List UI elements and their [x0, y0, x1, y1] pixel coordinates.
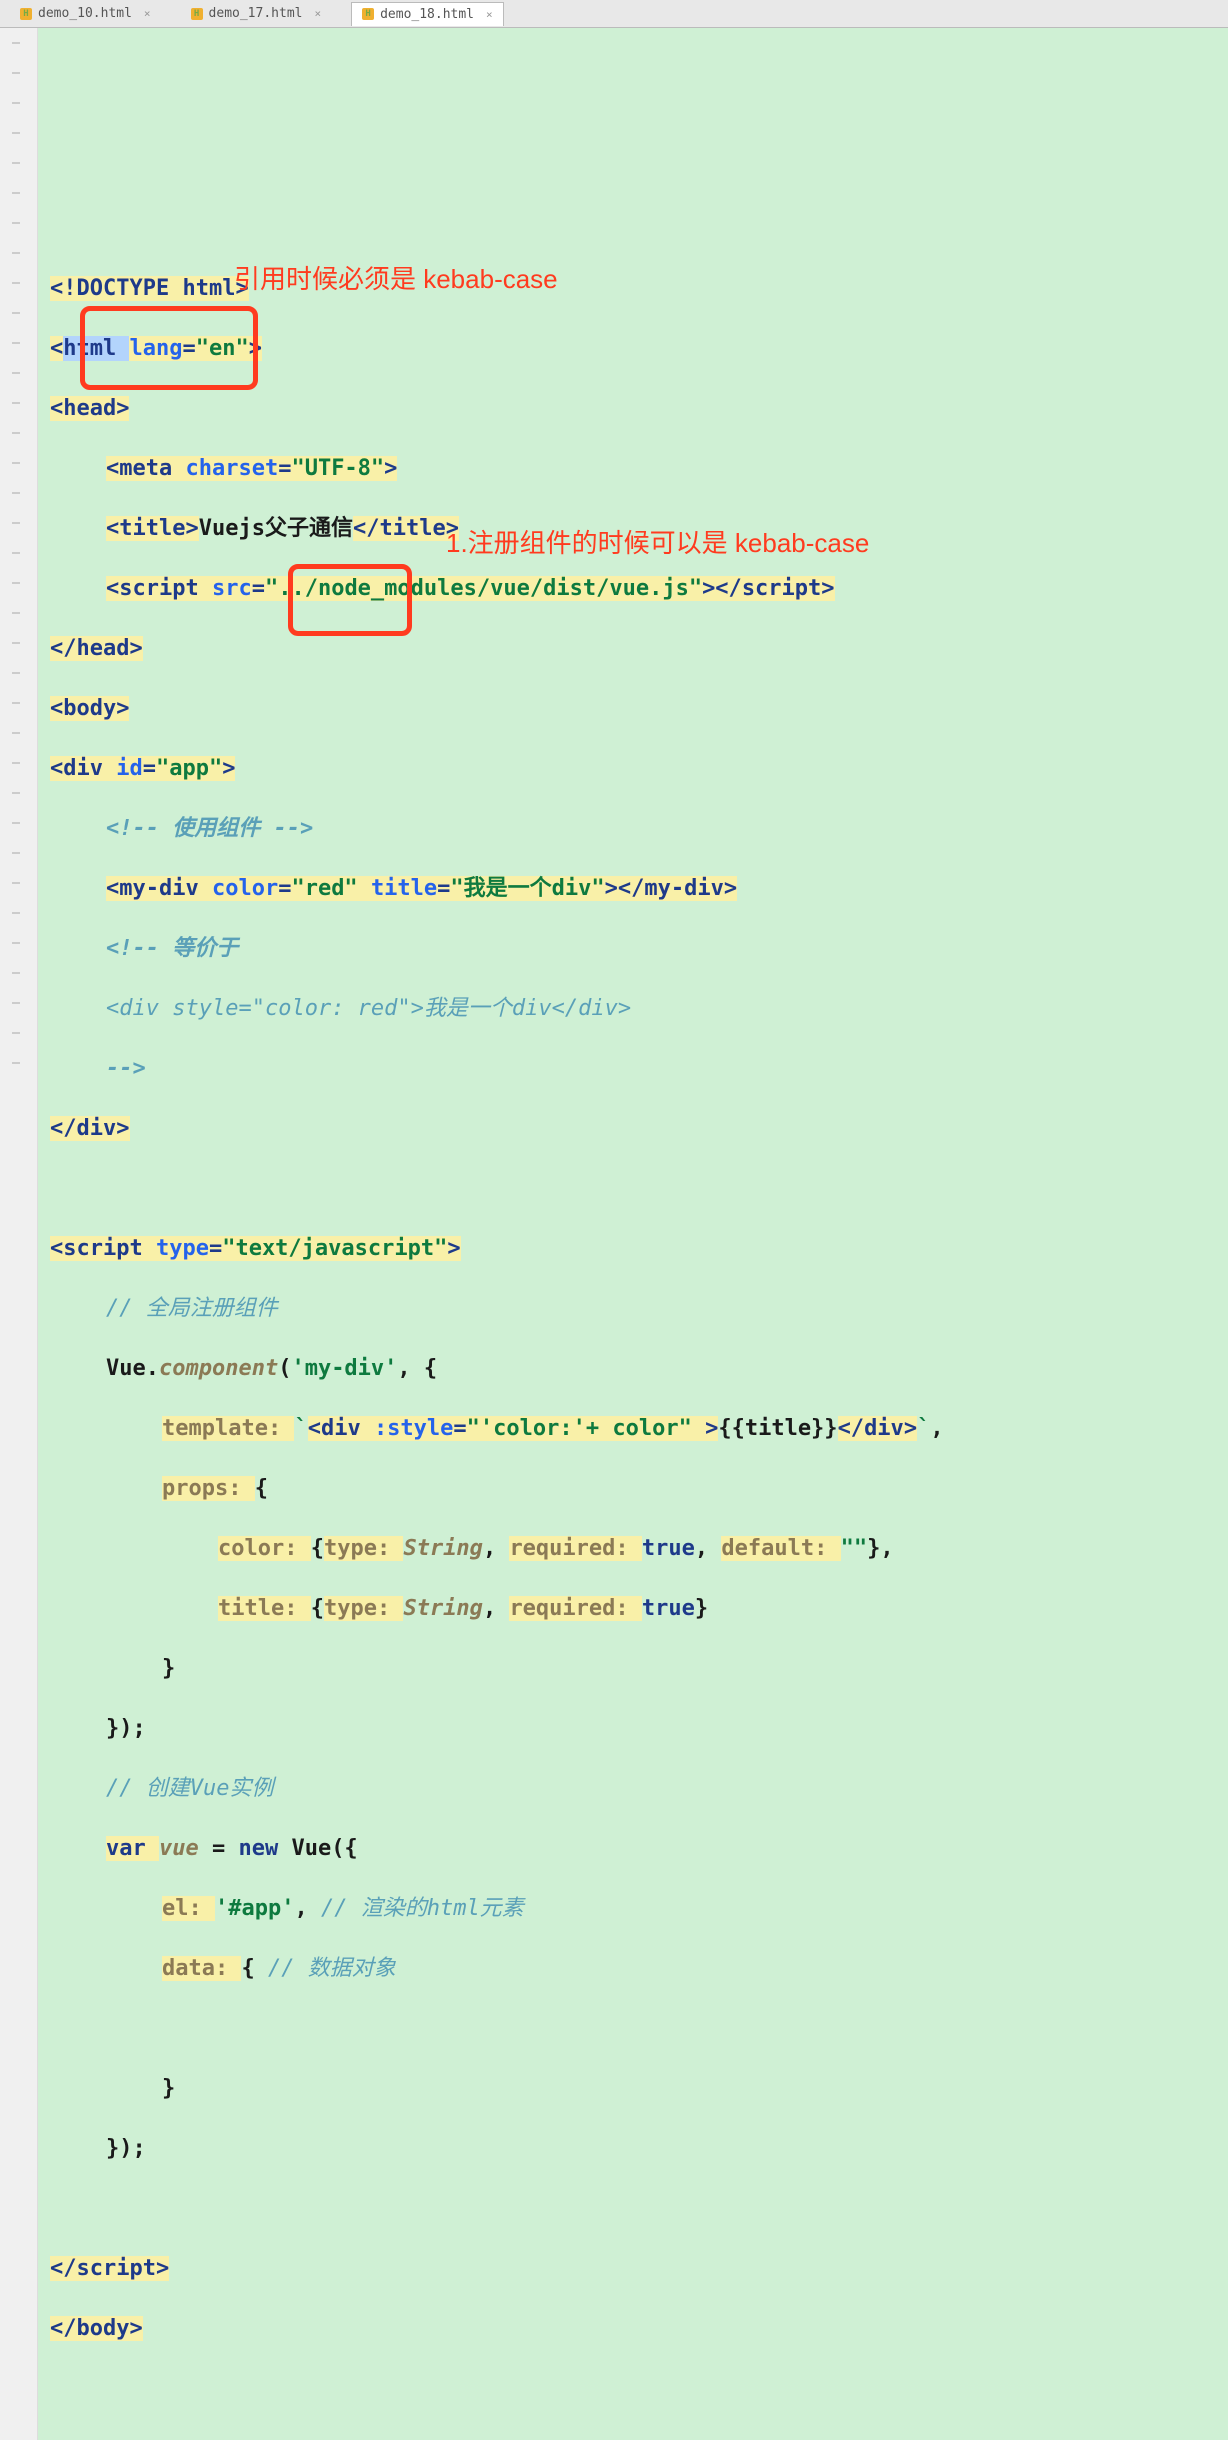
code-line: <div style="color: red">我是一个div</div>: [50, 994, 1216, 1024]
annotation-right: 1.注册组件的时候可以是 kebab-case: [446, 528, 869, 558]
editor-gutter: [0, 28, 38, 2440]
code-line: <my-div color="red" title="我是一个div"></my…: [50, 874, 1216, 904]
close-icon[interactable]: ×: [138, 7, 151, 20]
code-line: [50, 2194, 1216, 2224]
tab-label: demo_18.html: [380, 7, 474, 22]
code-line: props: {: [50, 1474, 1216, 1504]
html-file-icon: H: [191, 8, 203, 20]
code-line: data: { // 数据对象: [50, 1954, 1216, 1984]
tab-bar: H demo_10.html × H demo_17.html × H demo…: [0, 0, 1228, 28]
code-line: });: [50, 2134, 1216, 2164]
code-editor[interactable]: 引用时候必须是 kebab-case 1.注册组件的时候可以是 kebab-ca…: [0, 28, 1228, 2440]
code-line: </script>: [50, 2254, 1216, 2284]
code-line: <meta charset="UTF-8">: [50, 454, 1216, 484]
code-area[interactable]: 引用时候必须是 kebab-case 1.注册组件的时候可以是 kebab-ca…: [38, 28, 1228, 2440]
code-line: var vue = new Vue({: [50, 1834, 1216, 1864]
code-line: -->: [50, 1054, 1216, 1084]
code-line: </head>: [50, 634, 1216, 664]
tab-demo18[interactable]: H demo_18.html ×: [351, 2, 504, 26]
code-line: <body>: [50, 694, 1216, 724]
code-line: [50, 2014, 1216, 2044]
code-line: <head>: [50, 394, 1216, 424]
tab-label: demo_17.html: [209, 6, 303, 21]
code-line: [50, 1174, 1216, 1204]
code-line: <!-- 使用组件 -->: [50, 814, 1216, 844]
code-line: Vue.component('my-div', {: [50, 1354, 1216, 1384]
code-line: el: '#app', // 渲染的html元素: [50, 1894, 1216, 1924]
code-line: title: {type: String, required: true}: [50, 1594, 1216, 1624]
html-file-icon: H: [20, 8, 32, 20]
tab-demo10[interactable]: H demo_10.html ×: [10, 2, 161, 25]
code-line: <!-- 等价于: [50, 934, 1216, 964]
code-line: }: [50, 1654, 1216, 1684]
tab-demo17[interactable]: H demo_17.html ×: [181, 2, 332, 25]
code-line: </div>: [50, 1114, 1216, 1144]
code-line: <html lang="en">: [50, 334, 1216, 364]
code-line: });: [50, 1714, 1216, 1744]
code-line: // 全局注册组件: [50, 1294, 1216, 1324]
close-icon[interactable]: ×: [308, 7, 321, 20]
tab-label: demo_10.html: [38, 6, 132, 21]
close-icon[interactable]: ×: [480, 8, 493, 21]
code-line: <script type="text/javascript">: [50, 1234, 1216, 1264]
code-line: <!DOCTYPE html>: [50, 274, 1216, 304]
annotation-top: 引用时候必须是 kebab-case: [234, 264, 558, 294]
code-line: </body>: [50, 2314, 1216, 2344]
code-line: // 创建Vue实例: [50, 1774, 1216, 1804]
code-line: <script src="../node_modules/vue/dist/vu…: [50, 574, 1216, 604]
code-line: <div id="app">: [50, 754, 1216, 784]
code-line: color: {type: String, required: true, de…: [50, 1534, 1216, 1564]
code-line: }: [50, 2074, 1216, 2104]
html-file-icon: H: [362, 8, 374, 20]
code-line: template: `<div :style="'color:'+ color"…: [50, 1414, 1216, 1444]
